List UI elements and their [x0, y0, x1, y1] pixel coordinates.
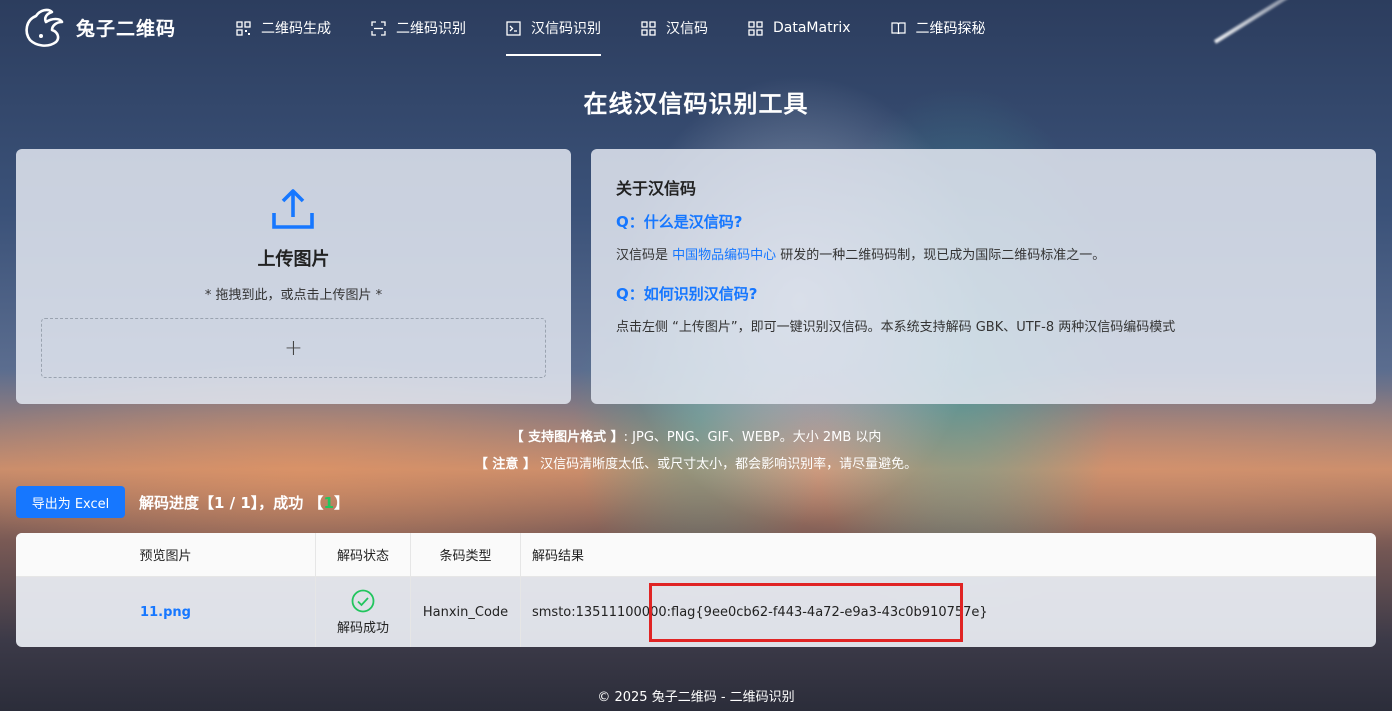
scan-icon	[371, 20, 386, 36]
success-count: 1	[323, 494, 334, 512]
footer-copyright: © 2025 兔子二维码 - 二维码识别	[597, 690, 795, 705]
preview-cell: 11.png	[16, 577, 316, 647]
nav-item-datamatrix[interactable]: DataMatrix	[748, 0, 851, 56]
about-panel: 关于汉信码 Q：什么是汉信码? 汉信码是 中国物品编码中心 研发的一种二维码码制…	[591, 149, 1376, 404]
nav-item-hanxin[interactable]: 汉信码	[641, 0, 708, 56]
export-excel-button[interactable]: 导出为 Excel	[16, 486, 125, 518]
nav-item-label: 二维码生成	[261, 21, 331, 37]
status-text: 解码成功	[336, 620, 389, 636]
brand-logo[interactable]: 兔子二维码	[22, 6, 176, 48]
rabbit-logo-icon	[25, 8, 64, 47]
success-check-icon	[351, 589, 375, 612]
nav-item-label: 汉信码识别	[531, 21, 601, 37]
clarity-note: 【 注意 】 汉信码清晰度太低、或尺寸太小，都会影响识别率，请尽量避免。	[0, 451, 1392, 478]
clarity-note-text: 汉信码清晰度太低、或尺寸太小，都会影响识别率，请尽量避免。	[540, 457, 918, 472]
col-header-result: 解码结果	[521, 533, 1376, 577]
book-icon	[890, 21, 906, 34]
format-note-text: : JPG、PNG、GIF、WEBP。大小 2MB 以内	[623, 430, 882, 445]
nav-item-label: 汉信码	[666, 21, 708, 37]
nav-item-qrcode-explore[interactable]: 二维码探秘	[890, 0, 986, 56]
faq-question-how: Q：如何识别汉信码?	[616, 285, 758, 303]
col-header-type: 条码类型	[411, 533, 521, 577]
progress-text: 解码进度【1 / 1】，成功 【	[139, 494, 324, 512]
clarity-note-label: 【 注意 】	[474, 457, 536, 472]
nav-item-label: 二维码探秘	[915, 21, 986, 37]
nav-item-label: DataMatrix	[773, 20, 851, 36]
grid-icon	[641, 20, 656, 36]
table-row: 11.png 解码成功 Hanxin_Code smsto:1351110000…	[16, 577, 1376, 647]
faq-question-what: Q：什么是汉信码?	[616, 213, 743, 231]
grid-icon	[748, 20, 763, 36]
qrcode-icon	[236, 20, 251, 36]
terminal-icon	[506, 20, 521, 36]
nav-item-hanxin-recognize[interactable]: 汉信码识别	[506, 0, 601, 56]
nav-item-qrcode-generate[interactable]: 二维码生成	[236, 0, 331, 56]
plus-icon: +	[284, 335, 303, 361]
upload-hint: * 拖拽到此，或点击上传图片 *	[204, 288, 383, 303]
brand-name: 兔子二维码	[76, 17, 177, 40]
about-title: 关于汉信码	[616, 179, 697, 198]
upload-dropzone[interactable]: +	[41, 318, 546, 378]
page-title: 在线汉信码识别工具	[583, 90, 809, 118]
answer-text: 研发的一种二维码码制，现已成为国际二维码标准之一。	[776, 248, 1106, 263]
nav-menu: 二维码生成 二维码识别 汉信码识别 汉信码 DataMatrix 二维码探秘	[236, 0, 1026, 56]
barcode-type-cell: Hanxin_Code	[411, 577, 521, 647]
decode-progress: 解码进度【1 / 1】，成功 【1】	[139, 492, 349, 513]
col-header-status: 解码状态	[316, 533, 411, 577]
upload-icon[interactable]	[271, 187, 315, 231]
upload-panel: 上传图片 * 拖拽到此，或点击上传图片 * +	[16, 149, 571, 404]
upload-notes: 【 支持图片格式 】: JPG、PNG、GIF、WEBP。大小 2MB 以内 【…	[0, 424, 1392, 478]
nav-item-label: 二维码识别	[396, 21, 466, 37]
format-note: 【 支持图片格式 】: JPG、PNG、GIF、WEBP。大小 2MB 以内	[0, 424, 1392, 451]
preview-file-link[interactable]: 11.png	[140, 605, 191, 620]
decode-result-cell[interactable]: smsto:13511100000:flag{9ee0cb62-f443-4a7…	[521, 577, 1376, 647]
faq-answer-what: 汉信码是 中国物品编码中心 研发的一种二维码码制，现已成为国际二维码标准之一。	[616, 244, 1351, 263]
format-note-label: 【 支持图片格式 】	[510, 430, 624, 445]
nav-item-qrcode-recognize[interactable]: 二维码识别	[371, 0, 466, 56]
col-header-preview: 预览图片	[16, 533, 316, 577]
top-navbar: 兔子二维码 二维码生成 二维码识别 汉信码识别 汉信码 DataMatrix 二…	[0, 0, 1392, 56]
faq-answer-how: 点击左侧 “上传图片”，即可一键识别汉信码。本系统支持解码 GBK、UTF-8 …	[616, 320, 1176, 335]
table-header-row: 预览图片 解码状态 条码类型 解码结果	[16, 533, 1376, 577]
progress-text: 】	[333, 494, 349, 512]
upload-title: 上传图片	[257, 249, 330, 270]
status-cell: 解码成功	[316, 577, 411, 647]
answer-text: 汉信码是	[616, 248, 673, 263]
gs1-china-link[interactable]: 中国物品编码中心	[672, 248, 776, 263]
results-table: 预览图片 解码状态 条码类型 解码结果 11.png 解码成功 Hanxin_C…	[16, 533, 1376, 647]
